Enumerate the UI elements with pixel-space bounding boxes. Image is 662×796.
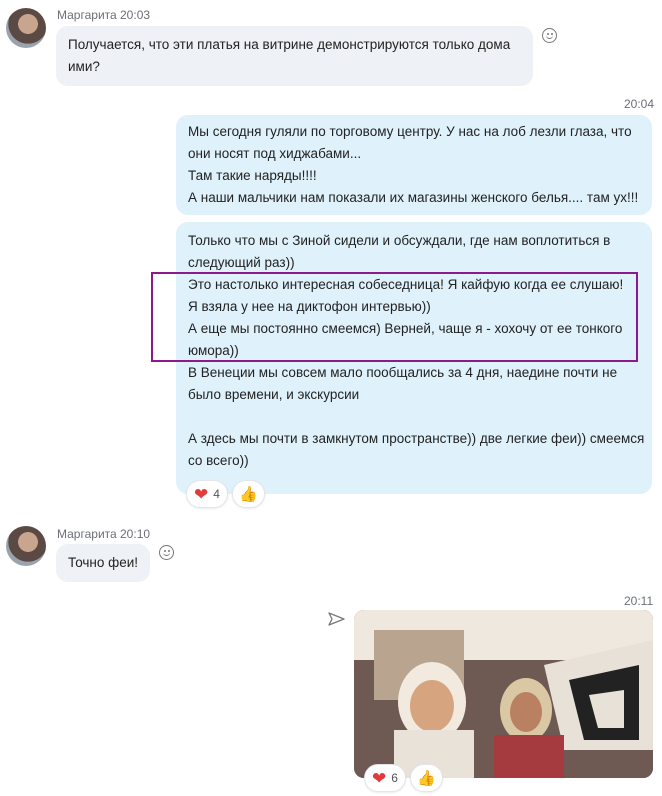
like-reaction[interactable]: 👍 <box>410 764 443 792</box>
heart-icon: ❤ <box>194 484 209 504</box>
message-line: Только что мы с Зиной сидели и обсуждали… <box>188 233 611 248</box>
like-reaction[interactable]: 👍 <box>232 480 265 508</box>
smiley-face-icon[interactable] <box>542 28 557 43</box>
heart-reaction[interactable]: ❤ 4 <box>186 480 228 508</box>
message-line: было времени, и экскурсии <box>188 387 360 402</box>
thumbs-up-icon: 👍 <box>417 769 436 787</box>
sender-name-time: Маргарита 20:10 <box>57 527 151 541</box>
message-line: Точно феи! <box>68 555 139 570</box>
message-line: Получается, что эти платья на витрине де… <box>68 37 511 52</box>
message-line: они носят под хиджабами... <box>188 146 362 161</box>
reaction-count: 4 <box>213 487 220 501</box>
message-time: 20:11 <box>624 594 654 608</box>
smiley-face-icon[interactable] <box>159 545 174 560</box>
message-line: Мы сегодня гуляли по торговому центру. У… <box>188 124 632 139</box>
avatar[interactable] <box>6 8 46 48</box>
message-bubble[interactable]: Точно феи! <box>56 544 150 582</box>
photo-content <box>354 610 653 778</box>
message-line: Там такие наряды!!!! <box>188 168 317 183</box>
message-line <box>188 406 640 428</box>
message-line: А здесь мы почти в замкнутом пространств… <box>188 431 645 446</box>
heart-icon: ❤ <box>372 768 387 788</box>
message-line: со всего)) <box>188 453 249 468</box>
reaction-count: 6 <box>391 771 398 785</box>
message-time: 20:04 <box>624 97 655 111</box>
message-line: ими? <box>68 59 100 74</box>
thumbs-up-icon: 👍 <box>239 485 258 503</box>
message-bubble[interactable]: Мы сегодня гуляли по торговому центру. У… <box>176 115 652 215</box>
highlight-box <box>151 272 638 362</box>
message-line: А наши мальчики нам показали их магазины… <box>188 190 639 205</box>
avatar[interactable] <box>6 526 46 566</box>
message-line: следующий раз)) <box>188 255 295 270</box>
heart-reaction[interactable]: ❤ 6 <box>364 764 406 792</box>
sender-name-time: Маргарита 20:03 <box>57 8 151 22</box>
shared-photo[interactable] <box>354 610 653 778</box>
message-line: В Венеции мы совсем мало пообщались за 4… <box>188 365 618 380</box>
message-bubble[interactable]: Получается, что эти платья на витрине де… <box>56 26 533 86</box>
send-arrow-icon[interactable] <box>328 611 346 627</box>
